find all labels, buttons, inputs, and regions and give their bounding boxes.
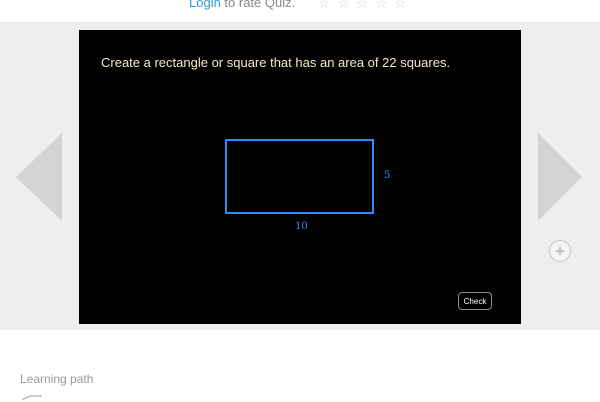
- star-1-icon[interactable]: ☆: [318, 0, 337, 11]
- rectangle-shape[interactable]: [225, 139, 374, 214]
- check-button[interactable]: Check: [458, 292, 492, 310]
- star-5-icon[interactable]: ☆: [394, 0, 413, 11]
- star-3-icon[interactable]: ☆: [356, 0, 375, 11]
- arrow-left-icon: [16, 133, 62, 221]
- path-icon: [22, 395, 42, 401]
- expand-button[interactable]: [548, 239, 572, 263]
- previous-slide-button[interactable]: [16, 133, 64, 226]
- rate-quiz-text: to rate Quiz.: [220, 0, 296, 10]
- width-label: 10: [295, 221, 308, 232]
- next-slide-button[interactable]: [537, 133, 585, 226]
- star-rating[interactable]: ☆ ☆ ☆ ☆ ☆: [318, 0, 413, 11]
- height-label: 5: [384, 170, 391, 181]
- arrow-right-icon: [538, 133, 582, 221]
- expand-icon: [549, 240, 571, 262]
- rating-bar: Login to rate Quiz. ☆ ☆ ☆ ☆ ☆: [0, 0, 600, 23]
- star-4-icon[interactable]: ☆: [375, 0, 394, 11]
- star-2-icon[interactable]: ☆: [337, 0, 356, 11]
- rate-prompt: Login to rate Quiz.: [189, 0, 295, 11]
- login-link[interactable]: Login: [189, 0, 221, 10]
- quiz-canvas: Create a rectangle or square that has an…: [79, 30, 521, 324]
- shape-drawing: [225, 139, 374, 214]
- learning-path-label: Learning path: [20, 372, 94, 386]
